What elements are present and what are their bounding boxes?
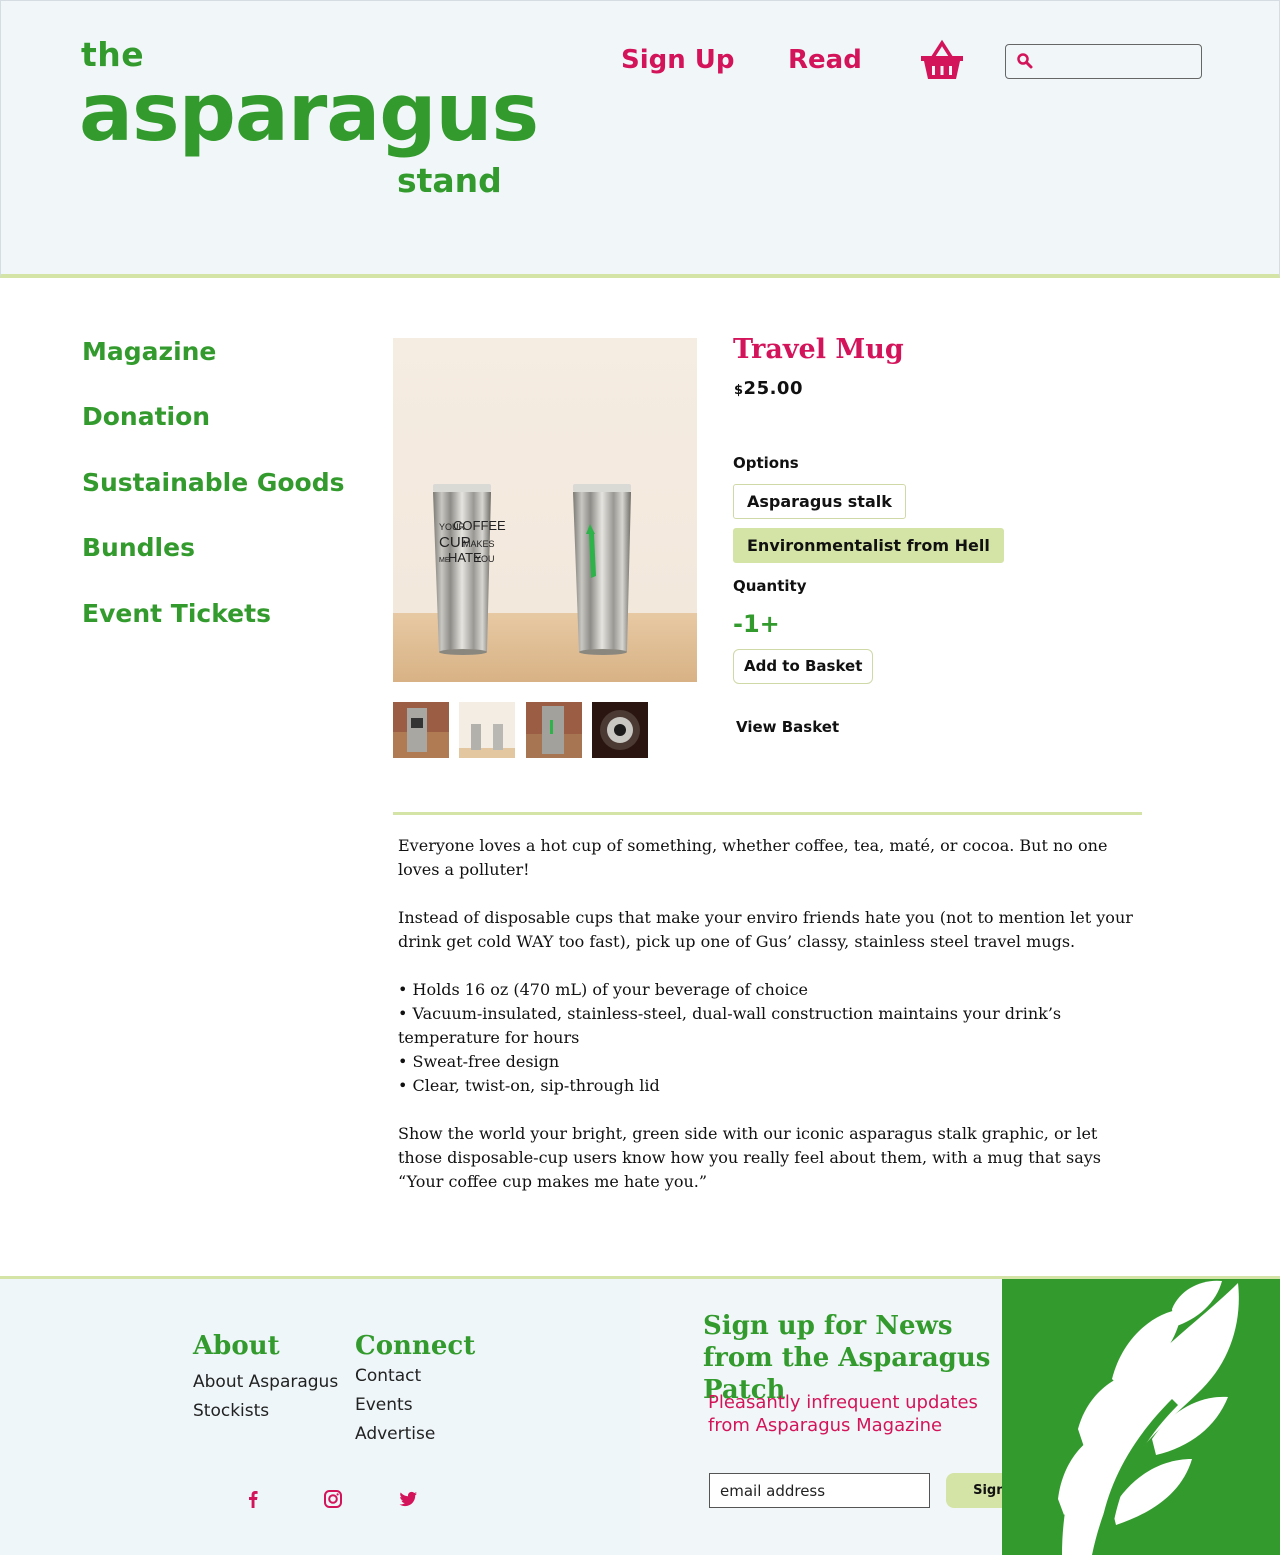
product-main-image[interactable]: YOUR COFFEE CUP MAKES ME HATE YOU: [393, 338, 697, 682]
logo-main: asparagus: [79, 66, 539, 159]
footer-link-advertise[interactable]: Advertise: [355, 1424, 435, 1444]
add-to-basket-button[interactable]: Add to Basket: [733, 649, 874, 684]
options-label: Options: [733, 454, 799, 472]
view-basket-link[interactable]: View Basket: [736, 718, 839, 736]
quantity-label: Quantity: [733, 577, 807, 595]
mug-text-graphic: YOUR COFFEE CUP MAKES ME HATE YOU: [439, 518, 506, 565]
list-item: • Clear, twist-on, sip-through lid: [398, 1076, 660, 1095]
svg-text:COFFEE: COFFEE: [453, 518, 506, 533]
description-paragraph: Instead of disposable cups that make you…: [398, 908, 1133, 951]
footer-link-contact[interactable]: Contact: [355, 1366, 421, 1386]
footer-link-stockists[interactable]: Stockists: [193, 1401, 269, 1421]
svg-text:MAKES: MAKES: [463, 539, 495, 549]
product-description: Everyone loves a hot cup of something, w…: [398, 834, 1144, 1218]
list-item: • Sweat-free design: [398, 1052, 560, 1071]
footer-links-area: [0, 1279, 640, 1555]
search-input[interactable]: [1005, 44, 1202, 79]
thumbnail-3[interactable]: [526, 702, 582, 758]
site-header: the asparagus stand Sign Up Read: [0, 0, 1280, 278]
feature-list: • Holds 16 oz (470 mL) of your beverage …: [398, 978, 1144, 1098]
twitter-icon[interactable]: [397, 1488, 419, 1510]
thumbnail-4[interactable]: [592, 702, 648, 758]
asparagus-graphic-panel: [1002, 1279, 1280, 1555]
list-item: • Holds 16 oz (470 mL) of your beverage …: [398, 980, 808, 999]
footer-link-about-asparagus[interactable]: About Asparagus: [193, 1372, 338, 1392]
sidebar-item-magazine[interactable]: Magazine: [82, 337, 216, 366]
product-title: Travel Mug: [733, 334, 904, 365]
sidebar-item-sustainable-goods[interactable]: Sustainable Goods: [82, 468, 345, 497]
search-icon: [1017, 53, 1033, 69]
sidebar-item-event-tickets[interactable]: Event Tickets: [82, 599, 271, 628]
svg-text:YOU: YOU: [475, 554, 495, 564]
email-field[interactable]: [709, 1473, 930, 1508]
newsletter-subtitle: Pleasantly infrequent updates from Aspar…: [708, 1392, 978, 1436]
asparagus-tip-icon: [1058, 1280, 1239, 1555]
sidebar-item-bundles[interactable]: Bundles: [82, 533, 195, 562]
option-environmentalist-from-hell[interactable]: Environmentalist from Hell: [733, 528, 1004, 563]
footer-link-events[interactable]: Events: [355, 1395, 413, 1415]
basket-icon[interactable]: [919, 39, 965, 83]
thumbnail-1[interactable]: [393, 702, 449, 758]
sidebar-item-donation[interactable]: Donation: [82, 402, 210, 431]
footer-about-heading: About: [193, 1331, 280, 1361]
instagram-icon[interactable]: [322, 1488, 344, 1510]
quantity-stepper[interactable]: -1+: [733, 610, 780, 638]
thumbnail-2[interactable]: [459, 702, 515, 758]
footer-connect-heading: Connect: [355, 1331, 476, 1361]
content-divider: [393, 812, 1142, 815]
list-item: • Vacuum-insulated, stainless-steel, dua…: [398, 1004, 1062, 1047]
logo-stand: stand: [397, 161, 502, 200]
description-paragraph: Everyone loves a hot cup of something, w…: [398, 836, 1108, 879]
option-asparagus-stalk[interactable]: Asparagus stalk: [733, 484, 906, 519]
product-price: $25.00: [734, 378, 803, 399]
nav-sign-up[interactable]: Sign Up: [621, 45, 735, 75]
facebook-icon[interactable]: [242, 1488, 264, 1510]
description-paragraph: Show the world your bright, green side w…: [398, 1124, 1101, 1191]
nav-read[interactable]: Read: [788, 45, 862, 75]
